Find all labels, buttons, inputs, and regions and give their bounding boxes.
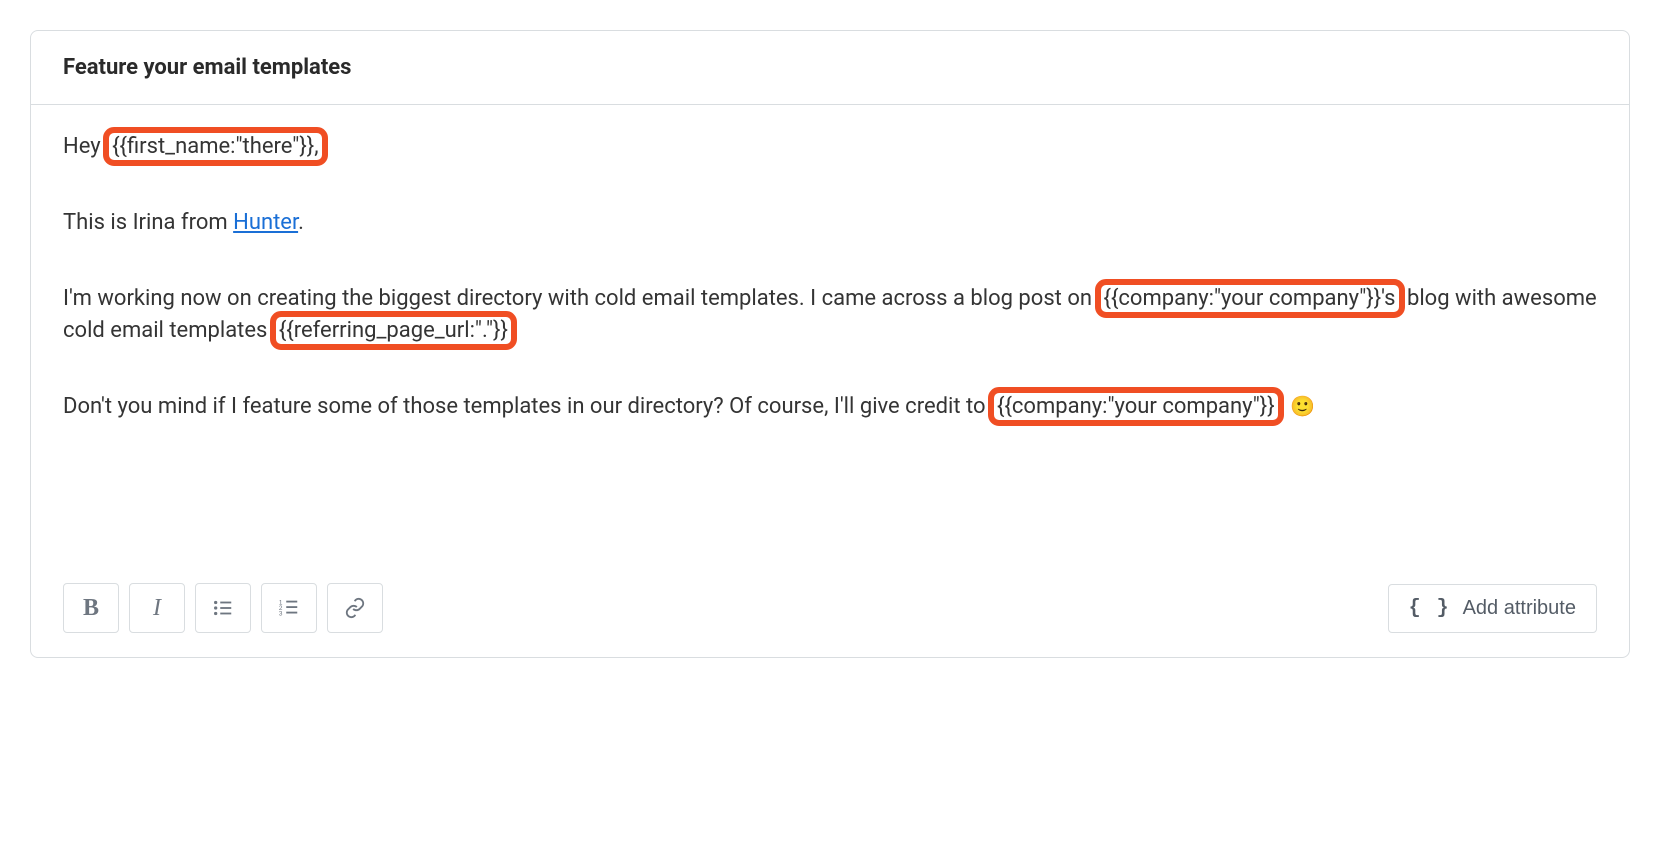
link-button[interactable] bbox=[327, 583, 383, 633]
subject-row: Feature your email templates bbox=[31, 31, 1629, 105]
toolbar-left: B I 1 2 3 bbox=[63, 583, 383, 633]
numbered-list-icon: 1 2 3 bbox=[278, 597, 300, 619]
attribute-company-2[interactable]: {{company:"your company"}} bbox=[991, 390, 1281, 423]
smile-emoji: 🙂 bbox=[1290, 394, 1315, 418]
email-body-editor[interactable]: Hey {{first_name:"there"}}, This is Irin… bbox=[31, 105, 1629, 565]
bold-button[interactable]: B bbox=[63, 583, 119, 633]
greeting-text: Hey bbox=[63, 134, 106, 159]
p2-a: I'm working now on creating the biggest … bbox=[63, 286, 1098, 311]
italic-icon: I bbox=[153, 595, 161, 622]
hunter-link[interactable]: Hunter bbox=[233, 210, 298, 235]
paragraph-3: Don't you mind if I feature some of thos… bbox=[63, 391, 1597, 423]
greeting-line: Hey {{first_name:"there"}}, bbox=[63, 131, 1597, 163]
attribute-referring-page[interactable]: {{referring_page_url:"."}} bbox=[273, 314, 514, 347]
add-attribute-label: Add attribute bbox=[1463, 597, 1576, 620]
braces-icon: { } bbox=[1409, 597, 1451, 620]
editor-toolbar: B I 1 2 3 bbox=[31, 565, 1629, 657]
numbered-list-button[interactable]: 1 2 3 bbox=[261, 583, 317, 633]
email-composer-card: Feature your email templates Hey {{first… bbox=[30, 30, 1630, 658]
email-subject: Feature your email templates bbox=[63, 55, 1597, 80]
intro-line: This is Irina from Hunter. bbox=[63, 207, 1597, 239]
attribute-company-1[interactable]: {{company:"your company"}}'s bbox=[1098, 282, 1402, 315]
italic-button[interactable]: I bbox=[129, 583, 185, 633]
bold-icon: B bbox=[83, 595, 99, 622]
intro-post: . bbox=[298, 210, 304, 235]
bullet-list-icon bbox=[212, 597, 234, 619]
svg-text:3: 3 bbox=[279, 610, 283, 617]
intro-pre: This is Irina from bbox=[63, 210, 233, 235]
add-attribute-button[interactable]: { } Add attribute bbox=[1388, 584, 1597, 633]
bullet-list-button[interactable] bbox=[195, 583, 251, 633]
paragraph-2: I'm working now on creating the biggest … bbox=[63, 283, 1597, 347]
p3-a: Don't you mind if I feature some of thos… bbox=[63, 394, 991, 419]
attribute-first-name[interactable]: {{first_name:"there"}}, bbox=[106, 130, 324, 163]
link-icon bbox=[344, 597, 366, 619]
